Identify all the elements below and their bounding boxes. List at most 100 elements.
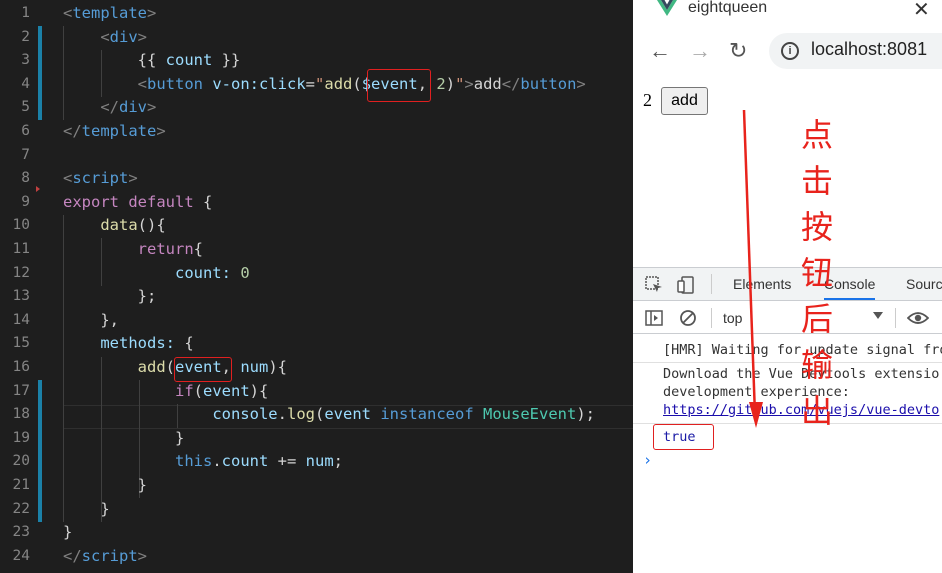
code-token: {{: [63, 51, 166, 70]
code-token: >: [128, 169, 138, 188]
code-line[interactable]: }: [63, 474, 147, 498]
code-line[interactable]: <div>: [63, 26, 147, 50]
code-line[interactable]: if(event){: [63, 380, 268, 404]
code-token: =: [305, 74, 316, 93]
annotation-char: 输: [800, 346, 833, 384]
code-line[interactable]: };: [63, 285, 157, 309]
code-token: 0: [240, 263, 250, 282]
code-token: ): [445, 74, 456, 93]
code-token: if: [174, 381, 194, 400]
code-token: script: [81, 546, 138, 565]
code-token: </: [63, 546, 82, 565]
code-line[interactable]: count: 0: [63, 262, 250, 286]
code-token: (){: [137, 216, 166, 235]
code-token: >: [137, 546, 148, 565]
code-line[interactable]: export default {: [63, 191, 212, 215]
code-line[interactable]: </script>: [63, 545, 147, 569]
code-token: 2: [436, 74, 446, 93]
line-number: 12: [12, 264, 30, 281]
code-token: ){: [268, 358, 288, 376]
line-number: 16: [12, 359, 30, 375]
code-token: event: [324, 405, 371, 424]
code-token: (: [193, 381, 203, 400]
code-token: </: [501, 74, 521, 93]
code-token: (: [352, 74, 362, 93]
line-number: 18: [12, 406, 30, 423]
line-number: 21: [12, 477, 30, 493]
code-line[interactable]: }: [63, 498, 109, 522]
code-token: add: [324, 74, 353, 93]
code-token: export: [63, 192, 119, 211]
annotation-char: 钮: [800, 254, 833, 292]
code-line[interactable]: },: [63, 309, 119, 333]
line-number: 14: [12, 311, 30, 328]
code-editor[interactable]: 1 2 3 4 5 6 7 8 9 10 11 12 13 14 15 16 17 18 19 20 21 22 23 24 …: [0, 0, 633, 573]
code-line[interactable]: }: [63, 521, 72, 545]
code-line[interactable]: this.count += num;: [63, 450, 343, 474]
code-token: <: [63, 169, 73, 188]
code-token: script: [72, 169, 129, 188]
code-token: {: [193, 240, 203, 258]
code-line[interactable]: }: [63, 427, 184, 451]
code-token: >: [464, 74, 474, 93]
line-number: 8: [21, 170, 30, 187]
code-token: >: [156, 122, 166, 140]
code-line[interactable]: <script>: [63, 167, 138, 191]
line-number: 9: [21, 193, 30, 210]
code-line[interactable]: console.log(event instanceof MouseEvent)…: [63, 403, 595, 427]
code-token: div: [119, 98, 147, 117]
annotation-char: 出: [800, 392, 833, 430]
code-token: return: [137, 240, 194, 258]
code-line[interactable]: methods: {: [63, 332, 193, 356]
code-token: methods: [100, 334, 166, 353]
code-token: MouseEvent: [483, 405, 577, 424]
line-number: 6: [21, 123, 30, 139]
modified-indicator: [38, 380, 42, 522]
annotation-char: 点: [800, 116, 833, 154]
code-line[interactable]: return{: [63, 238, 203, 262]
highlight-box-event-arg: [367, 69, 431, 102]
code-line[interactable]: </template>: [63, 120, 166, 144]
code-token: div: [109, 27, 138, 46]
line-number: 19: [12, 429, 30, 446]
code-token: .: [277, 405, 287, 424]
code-token: event: [203, 381, 250, 400]
line-number: 5: [21, 99, 30, 116]
code-token: num: [305, 452, 334, 471]
code-token: +=: [268, 452, 306, 471]
code-token: default: [128, 192, 194, 211]
line-number: 23: [12, 524, 30, 541]
code-token: :: [221, 263, 231, 282]
line-number: 13: [12, 288, 30, 305]
annotation-char: 击: [800, 162, 833, 200]
code-token: template: [72, 4, 147, 22]
annotation-char: 后: [800, 300, 833, 338]
annotation-text: 点击按钮后输出: [797, 112, 837, 434]
code-token: ": [455, 74, 465, 93]
code-token: this: [174, 452, 213, 471]
line-number: 7: [21, 146, 30, 163]
code-token: add: [137, 358, 166, 376]
line-number: 15: [12, 335, 30, 352]
code-token: >: [147, 98, 157, 117]
code-line[interactable]: {{ count }}: [63, 49, 241, 73]
code-line[interactable]: <button v-on:click="add($event, 2)">add<…: [63, 73, 586, 97]
code-token: log: [286, 405, 315, 424]
code-token: >: [147, 4, 157, 22]
code-line[interactable]: data(){: [63, 214, 166, 238]
code-line[interactable]: <template>: [63, 2, 156, 26]
line-number: 10: [12, 217, 30, 234]
code-line[interactable]: </div>: [63, 96, 156, 120]
code-token: instanceof: [380, 405, 474, 424]
line-number: 2: [21, 28, 30, 45]
code-token: button: [147, 74, 203, 93]
code-token: >: [576, 74, 586, 93]
line-number: 17: [12, 382, 30, 399]
